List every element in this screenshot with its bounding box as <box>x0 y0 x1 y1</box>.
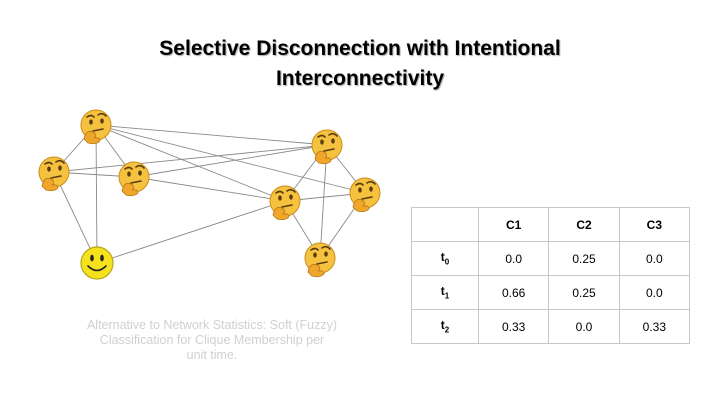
row-label: t0 <box>411 241 479 276</box>
caption-line-2: Classification for Clique Membership per <box>99 333 325 347</box>
caption: Alternative to Network Statistics: Soft … <box>62 318 362 363</box>
table-header-cell <box>411 207 479 242</box>
thinking-face-icon <box>118 161 150 197</box>
edge <box>133 176 286 202</box>
table-cell: 0.0 <box>618 275 691 310</box>
table-cell: 0.0 <box>618 241 691 276</box>
smiley-face-icon <box>80 246 114 280</box>
table-row: t0 0.0 0.25 0.0 <box>411 241 691 276</box>
table-row: t2 0.33 0.0 0.33 <box>411 309 691 344</box>
thinking-face-icon <box>304 242 336 278</box>
table-header-cell: C2 <box>548 207 620 242</box>
edge <box>96 200 286 264</box>
thinking-face-icon <box>269 185 301 221</box>
row-label: t1 <box>411 275 479 310</box>
table-header-cell: C1 <box>477 207 550 242</box>
table-cell: 0.0 <box>477 241 550 276</box>
table-cell: 0.25 <box>548 275 620 310</box>
table-cell: 0.33 <box>477 309 550 344</box>
table-cell: 0.0 <box>548 309 620 344</box>
row-label: t2 <box>411 309 479 344</box>
table-cell: 0.33 <box>618 309 691 344</box>
edge <box>95 124 328 146</box>
caption-line-3: unit time. <box>186 348 238 362</box>
table-header-row: C1 C2 C3 <box>411 207 691 242</box>
caption-line-1: Alternative to Network Statistics: Soft … <box>86 318 338 332</box>
table-row: t1 0.66 0.25 0.0 <box>411 275 691 310</box>
table-cell: 0.25 <box>548 241 620 276</box>
membership-table: C1 C2 C3 t0 0.0 0.25 0.0 t1 0.66 0.25 0.… <box>411 207 691 344</box>
thinking-face-icon <box>349 177 381 213</box>
thinking-face-icon <box>38 156 70 192</box>
table-cell: 0.66 <box>477 275 550 310</box>
table-header-cell: C3 <box>618 207 691 242</box>
edge <box>95 124 98 264</box>
